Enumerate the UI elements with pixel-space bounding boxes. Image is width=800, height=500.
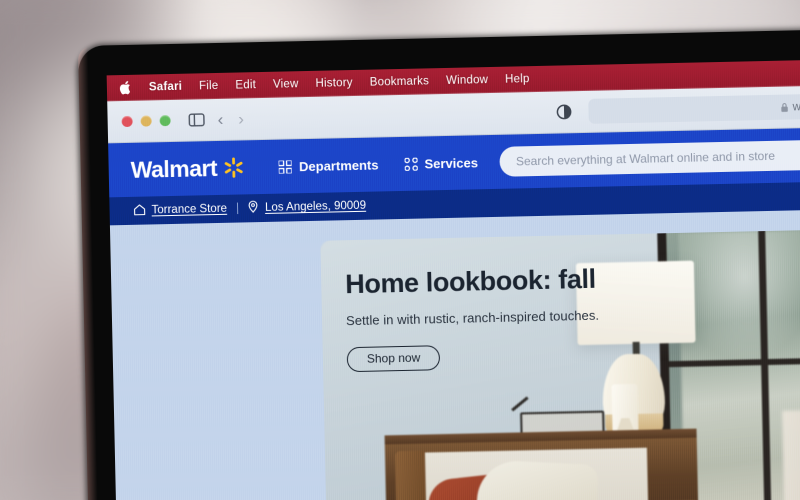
menu-item-history[interactable]: History	[315, 77, 352, 90]
hero-title: Home lookbook: fall	[344, 263, 596, 300]
menu-item-window[interactable]: Window	[446, 74, 488, 87]
menu-item-view[interactable]: View	[273, 78, 299, 91]
close-button[interactable]	[121, 115, 133, 128]
page-body: Home lookbook: fall Settle in with rusti…	[109, 209, 800, 500]
location-selector[interactable]: Los Angeles, 90009	[248, 198, 366, 217]
nav-services[interactable]: Services	[404, 155, 478, 172]
hero-banner[interactable]: Home lookbook: fall Settle in with rusti…	[320, 229, 800, 500]
lock-icon	[781, 102, 789, 112]
menu-item-file[interactable]: File	[199, 80, 219, 92]
hero-text-block: Home lookbook: fall Settle in with rusti…	[344, 263, 600, 372]
maximize-button[interactable]	[159, 114, 171, 127]
store-selector[interactable]: Torrance Store	[133, 201, 227, 218]
reader-contrast-icon[interactable]	[557, 104, 572, 120]
shop-now-button[interactable]: Shop now	[346, 344, 441, 372]
menu-item-bookmarks[interactable]: Bookmarks	[370, 75, 430, 88]
location-pin-icon	[248, 200, 259, 216]
hero-subtitle: Settle in with rustic, ranch-inspired to…	[345, 307, 600, 328]
home-icon	[133, 203, 146, 218]
search-placeholder: Search everything at Walmart online and …	[515, 148, 776, 169]
address-bar[interactable]: walm	[588, 93, 800, 124]
minimize-button[interactable]	[140, 115, 152, 127]
forward-arrow-icon[interactable]: ›	[236, 109, 246, 128]
laptop-screen: Safari File Edit View History Bookmarks …	[106, 59, 800, 500]
walmart-primary-nav: Departments Services	[278, 155, 478, 174]
menu-item-edit[interactable]: Edit	[235, 79, 256, 91]
nav-departments-label: Departments	[298, 156, 379, 174]
store-bar-separator: |	[235, 202, 240, 215]
nav-services-label: Services	[424, 154, 479, 171]
search-input[interactable]: Search everything at Walmart online and …	[499, 139, 800, 177]
walmart-logo[interactable]: Walmart	[130, 154, 245, 183]
location-label: Los Angeles, 90009	[264, 199, 367, 214]
back-arrow-icon[interactable]: ‹	[215, 110, 225, 129]
store-name-label: Torrance Store	[151, 202, 228, 217]
walmart-logo-text: Walmart	[130, 154, 218, 183]
nav-departments[interactable]: Departments	[278, 156, 379, 174]
menu-item-safari[interactable]: Safari	[149, 81, 182, 94]
laptop-device: Safari File Edit View History Bookmarks …	[78, 29, 800, 500]
address-bar-text: walm	[792, 100, 800, 113]
window-controls	[121, 114, 171, 128]
walmart-spark-icon	[223, 156, 245, 178]
menu-item-help[interactable]: Help	[505, 73, 530, 86]
grid-squares-icon	[278, 159, 293, 174]
apple-icon[interactable]	[119, 80, 132, 95]
grid-circles-icon	[404, 157, 418, 171]
sidebar-toggle-icon[interactable]	[188, 113, 205, 127]
